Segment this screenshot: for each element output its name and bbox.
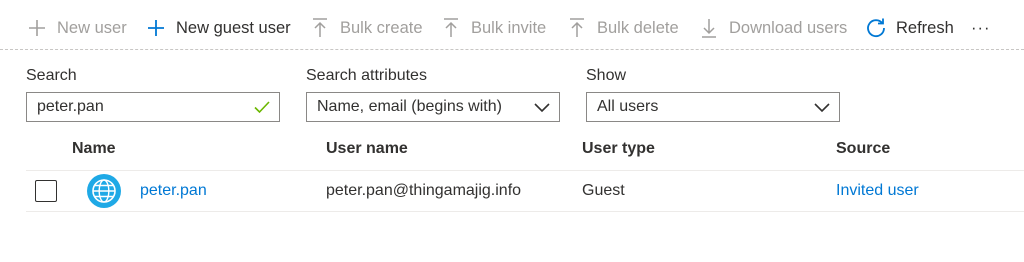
command-bar: New user New guest user Bulk create Bulk… — [0, 0, 1024, 50]
more-button[interactable]: ··· — [971, 14, 990, 42]
chevron-down-icon — [534, 103, 550, 113]
user-principal-name: peter.pan@thingamajig.info — [326, 182, 522, 199]
download-users-button[interactable]: Download users — [698, 14, 847, 42]
search-attributes-dropdown[interactable]: Name, email (begins with) — [306, 92, 560, 122]
column-header-user-name[interactable]: User name — [326, 140, 408, 158]
upload-icon — [440, 17, 462, 39]
bulk-create-label: Bulk create — [340, 18, 423, 37]
refresh-button[interactable]: Refresh — [865, 14, 954, 42]
refresh-label: Refresh — [896, 18, 954, 37]
new-guest-user-button[interactable]: New guest user — [145, 14, 291, 42]
source-link[interactable]: Invited user — [836, 182, 919, 200]
show-value: All users — [597, 98, 659, 115]
user-type: Guest — [582, 182, 625, 199]
new-user-button[interactable]: New user — [26, 14, 127, 42]
column-header-user-type[interactable]: User type — [582, 140, 655, 158]
row-divider — [26, 211, 1024, 212]
toolbar-divider — [0, 49, 1024, 50]
globe-icon — [87, 174, 121, 208]
checkmark-icon — [254, 101, 270, 114]
new-user-label: New user — [57, 18, 127, 37]
row-checkbox[interactable] — [35, 180, 57, 202]
download-icon — [698, 17, 720, 39]
upload-icon — [309, 17, 331, 39]
bulk-invite-label: Bulk invite — [471, 18, 547, 37]
add-icon — [145, 17, 167, 39]
chevron-down-icon — [814, 103, 830, 113]
column-header-source[interactable]: Source — [836, 140, 890, 158]
show-label: Show — [586, 67, 627, 84]
column-header-name[interactable]: Name — [72, 140, 116, 158]
search-label: Search — [26, 67, 77, 84]
bulk-create-button[interactable]: Bulk create — [309, 14, 423, 42]
bulk-invite-button[interactable]: Bulk invite — [440, 14, 546, 42]
refresh-icon — [865, 17, 887, 39]
new-guest-user-label: New guest user — [176, 18, 291, 37]
search-input-value: peter.pan — [37, 98, 104, 115]
upload-icon — [566, 17, 588, 39]
user-name-link[interactable]: peter.pan — [140, 182, 207, 200]
search-input[interactable]: peter.pan — [26, 92, 280, 122]
bulk-delete-button[interactable]: Bulk delete — [566, 14, 679, 42]
show-dropdown[interactable]: All users — [586, 92, 840, 122]
add-icon — [26, 17, 48, 39]
download-users-label: Download users — [729, 18, 848, 37]
header-divider — [26, 170, 1024, 171]
search-attributes-value: Name, email (begins with) — [317, 98, 502, 115]
bulk-delete-label: Bulk delete — [597, 18, 679, 37]
search-attributes-label: Search attributes — [306, 67, 427, 84]
more-label: ··· — [971, 18, 991, 37]
